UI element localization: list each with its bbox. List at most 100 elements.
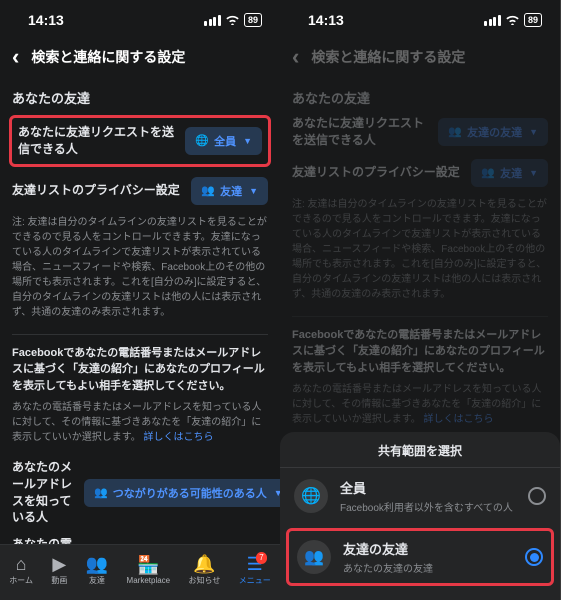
phone-email-desc-text: あなたの電話番号またはメールアドレスを知っている人に対して、その情報に基づきあな… — [12, 402, 262, 443]
nav-home[interactable]: ⌂ ホーム — [9, 555, 33, 586]
battery-indicator: 89 — [244, 13, 262, 27]
row-friend-list-label: 友達リストのプライバシー設定 — [12, 182, 183, 199]
audience-bottom-sheet: 共有範囲を選択 🌐 全員 Facebook利用者以外を含むすべての人 👥 友達の… — [280, 432, 560, 600]
battery-indicator: 89 — [524, 13, 542, 27]
radio-selected[interactable] — [525, 548, 543, 566]
phone-email-desc: あなたの電話番号またはメールアドレスを知っている人に対して、その情報に基づきあな… — [12, 400, 268, 445]
home-icon: ⌂ — [16, 555, 27, 573]
status-time: 14:13 — [28, 12, 64, 28]
bell-icon: 🔔 — [193, 555, 215, 573]
friends-icon: 👥 — [94, 486, 108, 499]
row-friend-list-label: 友達リストのプライバシー設定 — [292, 164, 463, 181]
friends-icon: 👥 — [201, 184, 215, 197]
settings-scroll[interactable]: あなたの友達 あなたに友達リクエストを送信できる人 🌐 全員 ▼ 友達リストのプ… — [0, 78, 280, 544]
row-friend-request-label: あなたに友達リクエストを送信できる人 — [18, 124, 177, 158]
option-sub: Facebook利用者以外を含むすべての人 — [340, 499, 516, 514]
status-time: 14:13 — [308, 12, 344, 28]
option-friends-of-friends[interactable]: 👥 友達の友達 あなたの友達の友達 — [286, 528, 554, 586]
caret-down-icon: ▼ — [529, 127, 538, 137]
cellular-icon — [204, 15, 221, 26]
friends-icon: 👥 — [448, 125, 462, 138]
option-text: 友達の友達 あなたの友達の友達 — [343, 539, 513, 575]
friend-list-desc: 注: 友達は自分のタイムラインの友達リストを見ることができるので見る人をコントロ… — [292, 197, 548, 302]
friend-request-audience-pill: 👥 友達の友達 ▼ — [438, 118, 548, 146]
status-indicators: 89 — [484, 13, 542, 28]
friends-icon: 👥 — [297, 540, 331, 574]
page-header: ‹ 検索と連絡に関する設定 — [280, 40, 560, 78]
row-phone-lookup[interactable]: あなたの電話番号を知っている人 👥 つながりがある可能性のある人 ▼ — [12, 536, 268, 544]
nav-friends[interactable]: 👥 友達 — [86, 555, 108, 586]
marketplace-icon: 🏪 — [137, 556, 159, 574]
section-your-friends: あなたの友達 — [292, 88, 548, 107]
caret-down-icon: ▼ — [249, 186, 258, 196]
cellular-icon — [484, 15, 501, 26]
nav-menu[interactable]: ☰ メニュー 7 — [239, 555, 271, 586]
phone-left: 14:13 89 ‹ 検索と連絡に関する設定 あなたの友達 あなたに友達リクエス… — [0, 0, 280, 600]
learn-more-link[interactable]: 詳しくはこちら — [143, 432, 213, 443]
nav-label: 動画 — [51, 575, 67, 586]
row-email-lookup[interactable]: あなたのメールアドレスを知っている人 👥 つながりがある可能性のある人 ▼ — [12, 459, 268, 526]
highlight-friend-request-row: あなたに友達リクエストを送信できる人 🌐 全員 ▼ — [9, 115, 271, 167]
nav-video[interactable]: ▶ 動画 — [51, 555, 67, 586]
friends-icon: 👥 — [86, 555, 108, 573]
nav-label: ホーム — [9, 575, 33, 586]
row-friend-request[interactable]: あなたに友達リクエストを送信できる人 🌐 全員 ▼ — [18, 124, 262, 158]
friend-request-audience-pill[interactable]: 🌐 全員 ▼ — [185, 127, 262, 155]
row-email-label: あなたのメールアドレスを知っている人 — [12, 459, 76, 526]
status-bar: 14:13 89 — [280, 0, 560, 40]
phone-email-heading: Facebookであなたの電話番号またはメールアドレスに基づく「友達の紹介」にあ… — [12, 345, 268, 395]
video-icon: ▶ — [52, 555, 66, 573]
section-your-friends: あなたの友達 — [12, 88, 268, 107]
status-bar: 14:13 89 — [0, 0, 280, 40]
nav-marketplace[interactable]: 🏪 Marketplace — [127, 556, 171, 585]
divider — [12, 334, 268, 335]
nav-label: お知らせ — [189, 575, 221, 586]
option-public[interactable]: 🌐 全員 Facebook利用者以外を含むすべての人 — [280, 468, 560, 524]
wifi-icon — [505, 13, 520, 28]
divider — [292, 316, 548, 317]
row-friend-list-privacy[interactable]: 友達リストのプライバシー設定 👥 友達 ▼ — [12, 177, 268, 205]
wifi-icon — [225, 13, 240, 28]
nav-notifications[interactable]: 🔔 お知らせ — [189, 555, 221, 586]
globe-icon: 🌐 — [294, 479, 328, 513]
friend-list-audience-pill: 👥 友達 ▼ — [471, 159, 548, 187]
option-sub: あなたの友達の友達 — [343, 560, 513, 575]
caret-down-icon: ▼ — [529, 168, 538, 178]
option-text: 全員 Facebook利用者以外を含むすべての人 — [340, 478, 516, 514]
globe-icon: 🌐 — [195, 134, 209, 147]
email-audience-pill[interactable]: 👥 つながりがある可能性のある人 ▼ — [84, 479, 280, 507]
radio-unselected[interactable] — [528, 487, 546, 505]
pill-label: 友達 — [220, 183, 242, 199]
option-label: 友達の友達 — [343, 539, 513, 558]
caret-down-icon: ▼ — [243, 136, 252, 146]
page-title: 検索と連絡に関する設定 — [311, 47, 465, 67]
pill-label: つながりがある可能性のある人 — [113, 485, 267, 501]
pill-label: 友達の友達 — [467, 124, 522, 140]
back-chevron-icon[interactable]: ‹ — [12, 46, 19, 68]
phone-right: 14:13 89 ‹ 検索と連絡に関する設定 あなたの友達 あなたに友達リクエス… — [280, 0, 560, 600]
option-label: 全員 — [340, 478, 516, 497]
phone-email-heading: Facebookであなたの電話番号またはメールアドレスに基づく「友達の紹介」にあ… — [292, 327, 548, 377]
pill-label: 友達 — [500, 165, 522, 181]
page-header: ‹ 検索と連絡に関する設定 — [0, 40, 280, 78]
nav-label: Marketplace — [127, 576, 171, 585]
bottom-nav: ⌂ ホーム ▶ 動画 👥 友達 🏪 Marketplace 🔔 お知らせ ☰ メ… — [0, 544, 280, 600]
friend-list-audience-pill[interactable]: 👥 友達 ▼ — [191, 177, 268, 205]
nav-badge: 7 — [256, 552, 266, 564]
friend-list-desc: 注: 友達は自分のタイムラインの友達リストを見ることができるので見る人をコントロ… — [12, 215, 268, 320]
sheet-title: 共有範囲を選択 — [280, 442, 560, 468]
row-phone-label: あなたの電話番号を知っている人 — [12, 536, 76, 544]
friends-icon: 👥 — [481, 166, 495, 179]
phone-email-desc-text: あなたの電話番号またはメールアドレスを知っている人に対して、その情報に基づきあな… — [292, 384, 542, 425]
phone-email-desc: あなたの電話番号またはメールアドレスを知っている人に対して、その情報に基づきあな… — [292, 382, 548, 427]
page-title: 検索と連絡に関する設定 — [31, 47, 185, 67]
nav-label: 友達 — [89, 575, 105, 586]
back-chevron-icon[interactable]: ‹ — [292, 46, 299, 68]
row-friend-request-label: あなたに友達リクエストを送信できる人 — [292, 115, 430, 149]
pill-label: 全員 — [214, 133, 236, 149]
nav-label: メニュー — [239, 575, 271, 586]
status-indicators: 89 — [204, 13, 262, 28]
learn-more-link: 詳しくはこちら — [423, 414, 493, 425]
row-friend-list-privacy: 友達リストのプライバシー設定 👥 友達 ▼ — [292, 159, 548, 187]
row-friend-request: あなたに友達リクエストを送信できる人 👥 友達の友達 ▼ — [292, 115, 548, 149]
